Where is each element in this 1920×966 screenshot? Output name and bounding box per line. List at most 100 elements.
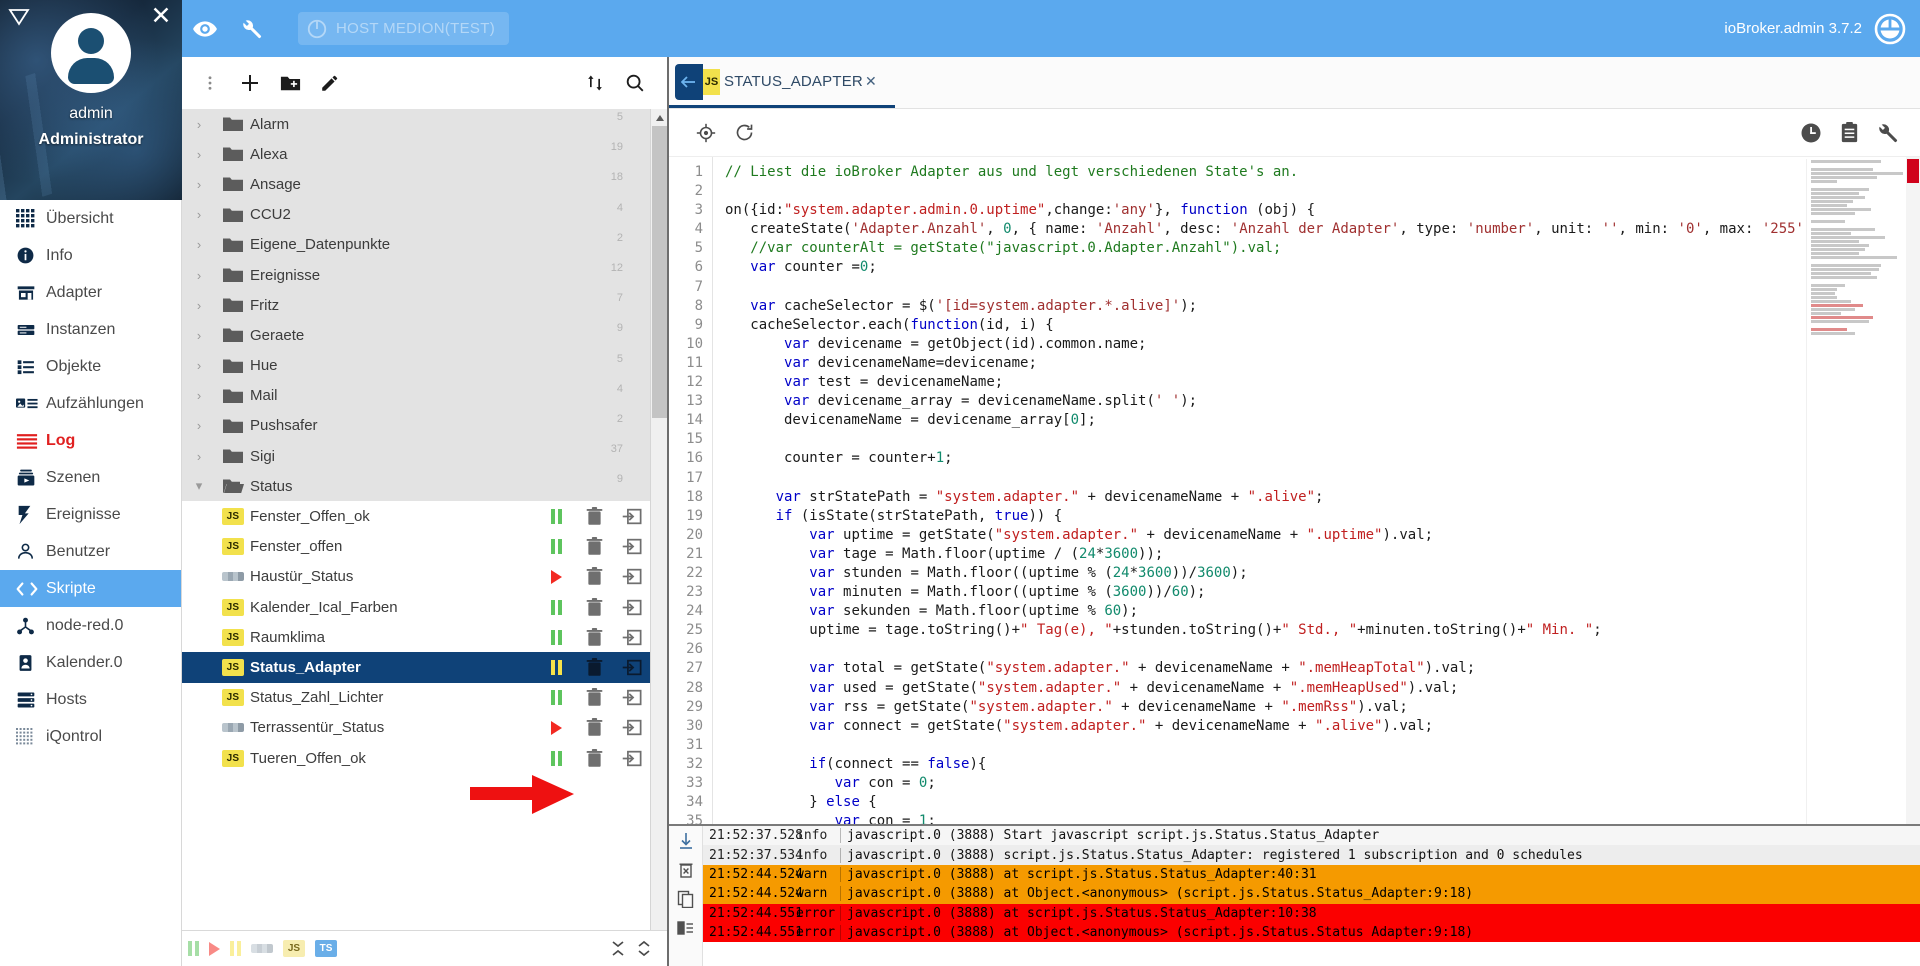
chevron-right-icon[interactable]: › [182,298,216,313]
log-row[interactable]: 21:52:44.524 warn javascript.0 (3888) at O… [703,884,1920,904]
expand-collapse-icon[interactable] [575,63,615,103]
code-line[interactable]: var devicenameName=devicename; [725,354,1920,373]
pause-icon[interactable] [550,539,562,555]
open-script-button[interactable] [613,652,651,682]
tree-script-row[interactable]: Haustür_Status [182,561,667,592]
chevron-down-icon[interactable]: ▾ [182,478,216,494]
code-line[interactable]: var connect = getState("system.adapter."… [725,717,1920,736]
open-script-button[interactable] [613,713,651,743]
tree-script-row[interactable]: Terrassentür_Status [182,712,667,743]
sidebar-item-instanzen[interactable]: Instanzen [0,311,181,348]
chevron-right-icon[interactable]: › [182,388,216,403]
close-icon[interactable]: ✕ [149,4,173,29]
sidebar-item-ereignisse[interactable]: Ereignisse [0,496,181,533]
sidebar-item-node-red-0[interactable]: node-red.0 [0,607,181,644]
scroll-updown-icon[interactable] [631,940,657,957]
plus-icon[interactable] [230,63,270,103]
tab-status-adapter[interactable]: JS STATUS_ADAPTER ✕ [669,58,895,108]
sidebar-item-benutzer[interactable]: Benutzer [0,533,181,570]
code-line[interactable] [725,640,1920,659]
code-scrollbar-thumb[interactable] [1907,159,1919,183]
open-script-button[interactable] [613,532,651,562]
sidebar-item-objekte[interactable]: Objekte [0,348,181,385]
chevron-right-icon[interactable]: › [182,268,216,283]
code-line[interactable]: if (isState(strStatePath, true)) { [725,507,1920,526]
scroll-up-arrow-icon[interactable] [651,109,667,126]
search-icon[interactable] [615,63,655,103]
chevron-right-icon[interactable]: › [182,147,216,162]
code-line[interactable]: var test = devicenameName; [725,373,1920,392]
open-script-button[interactable] [613,562,651,592]
pause-icon[interactable] [550,659,562,675]
copy-icon[interactable] [674,888,698,910]
code-line[interactable]: var total = getState("system.adapter." +… [725,659,1920,678]
chevron-right-icon[interactable]: › [182,449,216,464]
refresh-icon[interactable] [725,114,763,152]
code-line[interactable]: var strStatePath = "system.adapter." + d… [725,488,1920,507]
code-line[interactable]: var stunden = Math.floor((uptime % (24*3… [725,564,1920,583]
chevron-right-icon[interactable]: › [182,328,216,343]
code-line[interactable]: } else { [725,793,1920,812]
script-tree[interactable]: › Alarm 5 › Alexa 19 › Ansage 18 › CCU2 4 › Eigene_Da… [182,109,667,930]
delete-script-button[interactable] [575,713,613,743]
pause-icon[interactable] [550,599,562,615]
run-toggle-button[interactable] [537,502,575,532]
clear-log-icon[interactable] [674,859,698,881]
sidebar-item-skripte[interactable]: Skripte [0,570,181,607]
code-line[interactable]: var con = 1; [725,812,1920,824]
code-line[interactable] [725,469,1920,488]
delete-script-button[interactable] [575,652,613,682]
more-vertical-icon[interactable] [190,63,230,103]
play-icon[interactable] [550,569,562,584]
open-script-button[interactable] [613,683,651,713]
pencil-icon[interactable] [310,63,350,103]
open-script-button[interactable] [613,502,651,532]
arrow-left-icon[interactable] [675,63,703,100]
tree-script-row[interactable]: JS Fenster_offen [182,531,667,562]
code-line[interactable]: cacheSelector.each(function(id, i) { [725,316,1920,335]
run-toggle-button[interactable] [537,532,575,562]
tree-script-row[interactable]: JS Status_Zahl_Lichter [182,682,667,713]
code-line[interactable]: uptime = tage.toString()+" Tag(e), "+stu… [725,621,1920,640]
code-line[interactable]: var rss = getState("system.adapter." + d… [725,698,1920,717]
chevron-right-icon[interactable]: › [182,207,216,222]
run-toggle-button[interactable] [537,683,575,713]
tree-folder-row[interactable]: › Pushsafer 2 [182,410,667,442]
open-script-button[interactable] [613,622,651,652]
code-line[interactable]: var devicename = getObject(id).common.na… [725,335,1920,354]
code-line[interactable] [725,278,1920,297]
tree-folder-row[interactable]: ▾ Status 9 [182,471,667,502]
tree-folder-row[interactable]: › CCU2 4 [182,199,667,230]
sidebar-item-kalender-0[interactable]: Kalender.0 [0,644,181,681]
open-script-button[interactable] [613,592,651,622]
log-entries[interactable]: 21:52:37.528 info javascript.0 (3888) Star… [703,826,1920,966]
tree-folder-row[interactable]: › Ereignisse 12 [182,259,667,291]
code-line[interactable] [725,430,1920,449]
tree-folder-row[interactable]: › Mail 4 [182,380,667,411]
tree-script-row[interactable]: JS Kalender_Ical_Farben [182,592,667,623]
chevron-right-icon[interactable]: › [182,117,216,132]
delete-script-button[interactable] [575,683,613,713]
tree-scrollbar[interactable] [650,109,667,930]
code-content[interactable]: // Liest die ioBroker Adapter aus und le… [713,157,1920,824]
code-line[interactable]: var counter =0; [725,258,1920,277]
sidebar-item-adapter[interactable]: Adapter [0,274,181,311]
tree-script-row[interactable]: JS Tueren_Offen_ok [182,742,667,774]
chevron-right-icon[interactable]: › [182,237,216,252]
tree-folder-row[interactable]: › Fritz 7 [182,290,667,321]
code-editor[interactable]: 1 2 3 4 5 6 7 8 9 10 11 12 13 14 15 16 17 18 19 20 21 22 23 24 2… [669,157,1920,824]
host-selector[interactable]: HOST MEDION(TEST) [298,12,509,45]
iobroker-triangle-icon[interactable] [8,7,30,27]
code-line[interactable]: devicenameName = devicename_array[0]; [725,411,1920,430]
tree-script-row[interactable]: JS Raumklima [182,622,667,653]
log-row[interactable]: 21:52:37.528 info javascript.0 (3888) Star… [703,826,1920,846]
code-line[interactable]: var sekunden = Math.floor(uptime % 60); [725,602,1920,621]
code-minimap[interactable] [1806,159,1906,824]
folder-plus-icon[interactable] [270,63,310,103]
tree-folder-row[interactable]: › Geraete 9 [182,320,667,351]
code-line[interactable] [725,182,1920,201]
clock-icon[interactable] [1792,114,1830,152]
arrow-down-icon[interactable] [674,830,698,852]
code-line[interactable]: if(connect == false){ [725,755,1920,774]
run-toggle-button[interactable] [537,743,575,773]
